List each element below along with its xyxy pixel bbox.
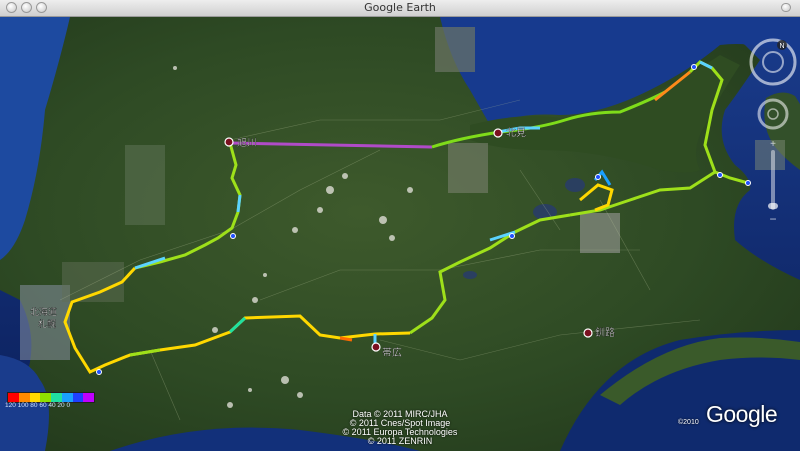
legend-swatch <box>61 393 73 402</box>
legend-swatch <box>83 393 94 402</box>
look-ring[interactable] <box>749 38 797 86</box>
toolbar-toggle-button[interactable] <box>781 3 791 12</box>
navigation-controls[interactable]: N + − <box>748 37 798 247</box>
zoom-slider-handle[interactable] <box>768 203 778 209</box>
speed-legend: 120 100 80 60 40 20 0 <box>5 392 95 414</box>
label-kushiro: 釧路 <box>595 326 615 339</box>
google-logo: Google <box>706 401 778 427</box>
legend-ticks: 120 100 80 60 40 20 0 <box>5 402 71 409</box>
label-asahikawa: 旭川 <box>237 137 257 149</box>
label-sapporo: 札幌 <box>38 318 56 329</box>
map-view[interactable]: 旭川 北見 北海道 札幌 帯広 釧路 N + − 120 100 80 60 4… <box>0 17 800 451</box>
legend-swatch <box>18 393 30 402</box>
zoom-in-icon[interactable]: + <box>770 139 776 150</box>
window-title: Google Earth <box>364 1 436 14</box>
route-segment-west-blue2 <box>236 194 242 213</box>
credit-line: © 2011 ZENRIN <box>367 436 433 446</box>
copyright-year: ©2010 <box>678 419 699 426</box>
route-segment-red <box>339 336 353 342</box>
zoom-out-icon[interactable]: − <box>769 212 776 226</box>
legend-swatch <box>29 393 41 402</box>
legend-swatch <box>72 393 84 402</box>
image-patch <box>580 213 620 253</box>
zoom-slider[interactable] <box>771 150 775 210</box>
lake-shikaribetsu <box>463 271 477 279</box>
move-joystick[interactable] <box>767 108 779 120</box>
google-earth-window: Google Earth 旭川 北見 北海道 札幌 帯広 釧路 N + − 12… <box>0 0 800 451</box>
label-hokkaido-office: 北海道 <box>30 306 57 317</box>
move-ring[interactable] <box>757 98 789 130</box>
window-titlebar[interactable]: Google Earth <box>0 0 800 17</box>
image-patch <box>435 27 475 72</box>
lake-akan <box>565 178 585 192</box>
placemark-kitami[interactable]: 北見 <box>493 127 526 139</box>
imagery-credits: Data © 2011 MIRC/JHA © 2011 Cnes/Spot Im… <box>300 410 500 446</box>
legend-swatch <box>40 393 51 402</box>
compass-north-label: N <box>779 43 784 50</box>
look-joystick[interactable] <box>762 51 784 73</box>
label-kitami: 北見 <box>506 127 526 139</box>
legend-swatch <box>51 393 62 402</box>
legend-swatch <box>8 393 19 402</box>
label-obihiro: 帯広 <box>382 346 402 359</box>
map-canvas[interactable]: 旭川 北見 北海道 札幌 帯広 釧路 <box>0 17 800 451</box>
image-patch <box>448 143 488 193</box>
image-patch <box>125 145 165 225</box>
